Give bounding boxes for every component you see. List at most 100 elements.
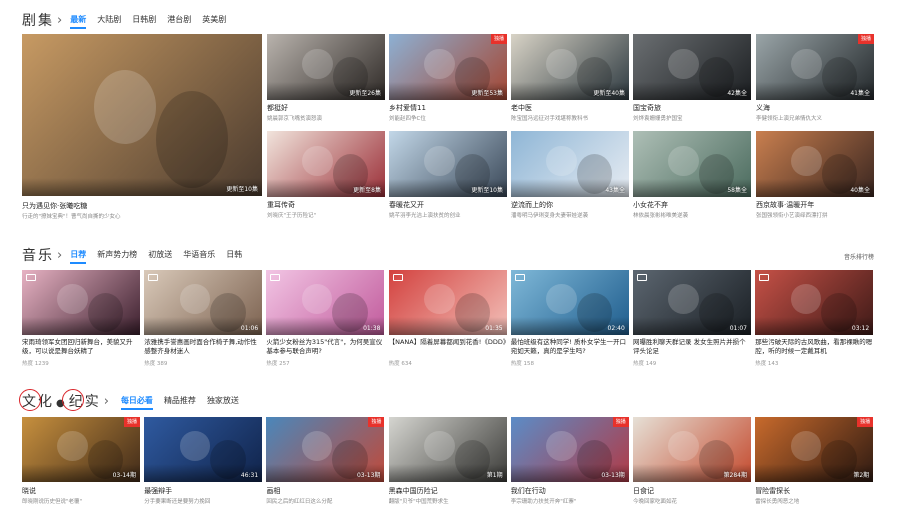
drama-card[interactable]: 更新至10集 春暖花又开 姚芊羽李光洁上演扶贫的创业 [389, 131, 507, 220]
music-section-title[interactable]: 音乐 [22, 245, 54, 265]
episode-count: 58集全 [727, 187, 747, 194]
card-title[interactable]: 国宝奇旅 [633, 103, 751, 113]
card-title[interactable]: 日食记 [633, 486, 751, 496]
video-title[interactable]: 宋雨琦领军女团回归新舞台，美貌又升级，可以说是舞台妖精了 [22, 338, 140, 356]
documentary-card[interactable]: 独播 03-13期 我们在行动 李宗珊助力扶贫开奔"红寨" [510, 417, 629, 509]
thumbnail-image: 42集全 [633, 34, 751, 100]
documentary-card[interactable]: 第1期 黑森中国历险记 翻版"贝爷"中国荒野求生 [388, 417, 507, 509]
card-title[interactable]: 重耳传奇 [267, 200, 385, 210]
video-title[interactable]: 浓雅携手誉惠画时面合作椅子舞,动作性感整齐身材迷人 [144, 338, 262, 356]
episode-count: 40集全 [850, 187, 870, 194]
drama-section-header: 剧集 › 最新 大陆剧 日韩剧 港台剧 英美剧 [22, 10, 237, 30]
drama-section-title[interactable]: 剧集 [22, 10, 54, 30]
tab-drama-3[interactable]: 港台剧 [167, 14, 191, 26]
card-title[interactable]: 乡村爱情11 [389, 103, 507, 113]
documentary-card[interactable]: 46:31 最强辩手分手要果断还是要努力挽回 [144, 417, 263, 509]
card-subtitle: 雷探长勇闯恶之地 [755, 499, 800, 505]
music-tabs: 日荐 新声势力榜 初放送 华语音乐 日韩 [70, 249, 253, 264]
documentary-card[interactable]: 独播 03-13期 画相 回民之后的红红日这么分配 [266, 417, 385, 509]
documentary-card[interactable]: 独播 03-14期 晓说 郎晓刚说历史但说"老覆" [22, 417, 140, 509]
thumbnail-image: 独播 第2期 [755, 417, 874, 482]
tab-music-4[interactable]: 日韩 [226, 249, 242, 261]
exclusive-badge: 独播 [857, 417, 874, 427]
play-count: 热度 149 [633, 361, 657, 367]
drama-tabs: 最新 大陆剧 日韩剧 港台剧 英美剧 [70, 14, 237, 29]
music-video-card[interactable]: 03:12 那些污破天际的古风歌曲，看那裸瞅的嗯腔，听的时候一定戴耳机 热度 143 [755, 270, 874, 370]
tab-drama-0[interactable]: 最新 [70, 14, 87, 29]
music-video-card[interactable]: 01:07 网曝胜利聊天群记录 发女生照片并损个评头论足热度 149 [633, 270, 751, 370]
card-title[interactable]: 义海 [756, 103, 874, 113]
card-title[interactable]: 逆流而上的你 [511, 200, 629, 210]
tab-documentary-2[interactable]: 独家放送 [207, 395, 239, 407]
exclusive-badge: 独播 [368, 417, 385, 427]
video-title[interactable]: 那些污破天际的古风歌曲，看那裸瞅的嗯腔，听的时候一定戴耳机 [755, 338, 873, 356]
documentary-card[interactable]: 第284期 日食记 今晚回家吃面如花 [633, 417, 751, 509]
card-title[interactable]: 老中医 [511, 103, 629, 113]
tab-drama-1[interactable]: 大陆剧 [97, 14, 121, 26]
card-title[interactable]: 最强辩手 [144, 486, 262, 496]
figure-shape [546, 431, 577, 462]
card-title[interactable]: 晓说 [22, 486, 140, 496]
drama-card[interactable]: 42集全 国宝奇旅 刘烨袁姗姗勇护国宝 [633, 34, 751, 123]
episode-count: 46:31 [240, 472, 259, 479]
tab-documentary-0[interactable]: 每日必看 [120, 395, 153, 410]
figure-shape [302, 48, 334, 79]
tab-drama-2[interactable]: 日韩剧 [132, 14, 156, 26]
card-title[interactable]: 小女花不弃 [633, 200, 751, 210]
episode-count: 03-13期 [601, 472, 625, 479]
card-title[interactable]: 只为遇见你·张曦吃糖 [22, 201, 262, 211]
card-subtitle: 林依晨张彬彬唯美逆袭 [633, 213, 689, 219]
figure-shape [790, 284, 822, 315]
card-title[interactable]: 我们在行动 [511, 486, 629, 496]
drama-card[interactable]: 40集全 西京故事·温暖开年 张国强领衔小艺演绎西漂打拼 [756, 131, 874, 220]
tab-music-0[interactable]: 日荐 [70, 249, 87, 264]
card-title[interactable]: 冒险雷探长 [755, 486, 873, 496]
music-video-card[interactable]: 01:06 浓雅携手誉惠画时面合作椅子舞,动作性感整齐身材迷人 热度 389 [144, 270, 263, 370]
drama-card[interactable]: 更新至40集 老中医 陈宝国冯远征对手戏堪称教科书 [511, 34, 629, 123]
tab-music-1[interactable]: 新声势力榜 [97, 249, 137, 261]
card-title[interactable]: 春暖花又开 [389, 200, 507, 210]
card-title[interactable]: 都挺好 [267, 103, 385, 113]
chevron-right-icon[interactable]: › [57, 248, 62, 263]
thumbnail-image: 40集全 [756, 131, 874, 197]
music-video-card[interactable]: 01:35 【NANA】隔着屏幕都闻到花香!《DDD》 热度 634 [388, 270, 507, 370]
music-video-card[interactable]: 02:40 最怕班级有这种同学! 质朴女学生一开口宛如天籁，真的是学生吗? 热度 1… [510, 270, 629, 370]
drama-card[interactable]: 43集全 逆流而上的你 潘粤明马伊琍变身夫妻带娃逆袭 [511, 131, 629, 220]
drama-card[interactable]: 更新至26集 都挺好 姚晨郭京飞嘴贫演怒演 [267, 34, 385, 123]
music-video-card[interactable]: 宋雨琦领军女团回归新舞台，美貌又升级，可以说是舞台妖精了 热度 1239 [22, 270, 140, 370]
music-video-card[interactable]: 01:38 火箭少女粉丝为315"代言"，为何吴宣仪基本参与联合声明? 热度 257 [266, 270, 385, 370]
drama-card[interactable]: 58集全小女花不弃林依晨张彬彬唯美逆袭 [633, 131, 751, 220]
tab-music-2[interactable]: 初放送 [148, 249, 172, 261]
video-title[interactable]: 网曝胜利聊天群记录 发女生照片并损个评头论足 [633, 338, 751, 356]
figure-shape [57, 284, 89, 315]
chevron-right-icon[interactable]: › [104, 394, 109, 409]
card-title[interactable]: 西京故事·温暖开年 [756, 200, 874, 210]
video-title[interactable]: 最怕班级有这种同学! 质朴女学生一开口宛如天籁，真的是学生吗? [511, 338, 629, 356]
drama-card[interactable]: 独播 更新至53集 乡村爱情11 刘能赵四争C位 [389, 34, 507, 123]
featured-drama-card[interactable]: 更新至10集 只为遇见你·张曦吃糖 行走的"撩妹宝典"！曹气尚自撕的少女心 [22, 34, 262, 220]
tab-music-3[interactable]: 华语音乐 [183, 249, 215, 261]
music-rank-link[interactable]: 音乐排行榜 [844, 252, 874, 261]
tab-documentary-1[interactable]: 精品推荐 [164, 395, 196, 407]
figure-shape [302, 145, 334, 176]
video-title[interactable]: 【NANA】隔着屏幕都闻到花香!《DDD》 [389, 338, 507, 356]
thumbnail-image: 01:07 [633, 270, 751, 335]
chevron-right-icon[interactable]: › [57, 13, 62, 28]
figure-shape [668, 431, 700, 462]
drama-card[interactable]: 更新至8集 重耳传奇 刘晓庆"王子历险记" [267, 131, 385, 220]
video-duration: 01:07 [729, 325, 747, 332]
thumbnail-image: 02:40 [510, 270, 629, 335]
video-title[interactable]: 火箭少女粉丝为315"代言"，为何吴宣仪基本参与联合声明? [266, 338, 384, 356]
tab-drama-4[interactable]: 英美剧 [202, 14, 226, 26]
documentary-card[interactable]: 独播 第2期冒险雷探长雷探长勇闯恶之地 [755, 417, 874, 509]
card-title[interactable]: 画相 [266, 486, 384, 496]
card-title[interactable]: 黑森中国历险记 [389, 486, 507, 496]
card-subtitle: 姚晨郭京飞嘴贫演怒演 [267, 116, 323, 122]
thumbnail-image: 01:06 [144, 270, 263, 335]
figure-shape [57, 431, 89, 462]
thumbnail-shade [22, 317, 140, 335]
episode-count: 03-14期 [112, 472, 136, 479]
card-subtitle: 分手要果断还是要努力挽回 [144, 499, 211, 505]
drama-card[interactable]: 独播 41集全 义海 李健领衔上演兄弟情仇大义 [756, 34, 874, 123]
figure-shape [790, 431, 822, 462]
